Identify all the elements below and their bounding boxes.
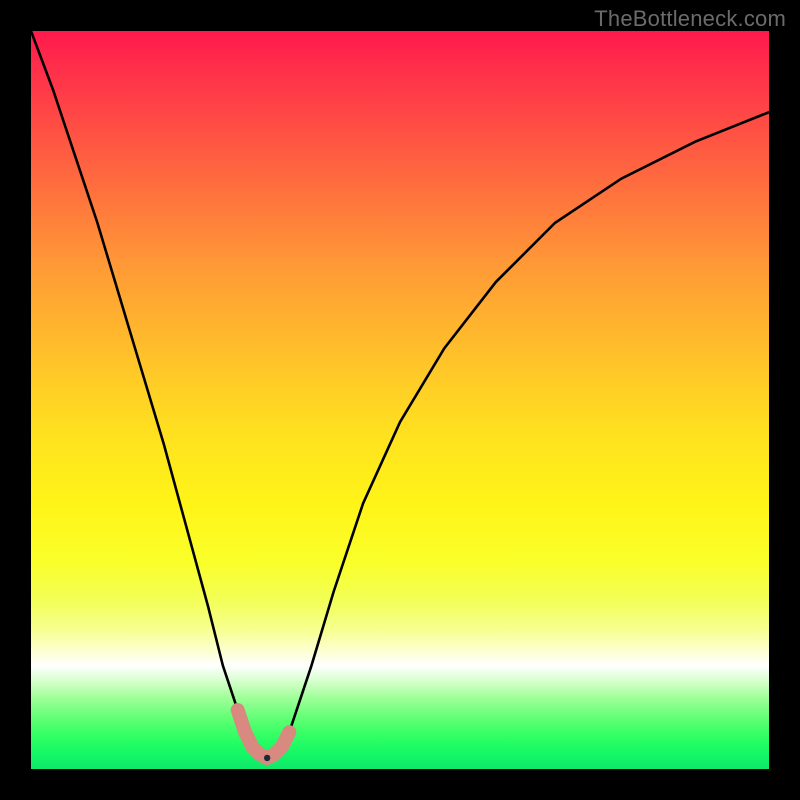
plot-area: [31, 31, 769, 769]
chart-frame: TheBottleneck.com: [0, 0, 800, 800]
watermark-label: TheBottleneck.com: [594, 6, 786, 32]
bottleneck-curve: [31, 31, 769, 758]
highlight-min-dot: [264, 755, 270, 761]
highlight-band: [238, 710, 290, 758]
bottleneck-curve-svg: [31, 31, 769, 769]
